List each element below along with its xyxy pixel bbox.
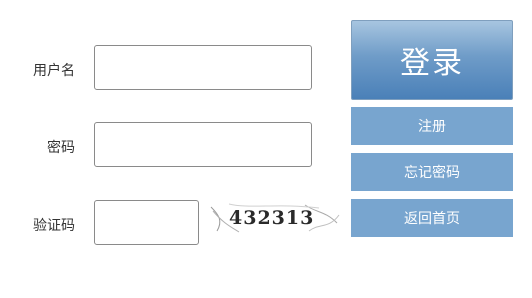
captcha-image[interactable]: 432313 xyxy=(209,201,341,235)
forgot-password-button-label: 忘记密码 xyxy=(404,165,460,181)
back-home-button[interactable]: 返回首页 xyxy=(351,199,513,237)
login-page: 用户名 密码 验证码 432313 登录 注册 忘记密码 返回首页 xyxy=(0,0,532,298)
captcha-label: 验证码 xyxy=(33,218,75,234)
captcha-input[interactable] xyxy=(94,200,199,245)
back-home-button-label: 返回首页 xyxy=(404,211,460,227)
password-label: 密码 xyxy=(47,140,75,156)
username-input[interactable] xyxy=(94,45,312,90)
captcha-text: 432313 xyxy=(229,207,314,229)
login-button[interactable]: 登录 xyxy=(351,20,513,100)
register-button[interactable]: 注册 xyxy=(351,107,513,145)
register-button-label: 注册 xyxy=(418,119,446,135)
username-label: 用户名 xyxy=(33,63,75,79)
forgot-password-button[interactable]: 忘记密码 xyxy=(351,153,513,191)
password-input[interactable] xyxy=(94,122,312,167)
login-button-label: 登录 xyxy=(400,46,464,81)
